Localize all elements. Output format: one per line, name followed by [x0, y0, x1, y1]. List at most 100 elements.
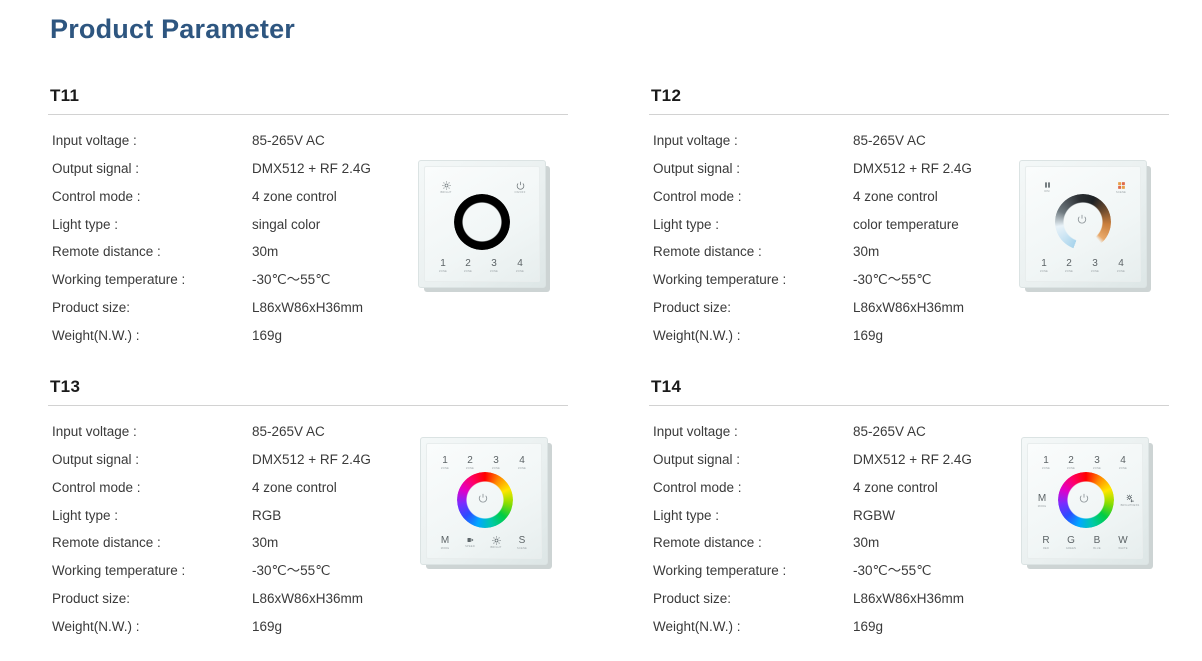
spec-value-output-signal: DMX512 + RF 2.4G	[853, 160, 972, 176]
spec-value-product-size: L86xW86xH36mm	[853, 300, 965, 316]
spec-row-weight: Weight(N.W.) : 169g	[653, 618, 972, 648]
zone-number: 2	[1068, 455, 1074, 466]
spec-value-output-signal: DMX512 + RF 2.4G	[853, 451, 972, 467]
green-label: G	[1067, 535, 1075, 546]
zone-button-3[interactable]: 3 ZONE	[1086, 259, 1104, 273]
panel-face: BRIGHT ON/OFF 1 ZONE 2 ZONE 3 ZONE 4 ZON…	[424, 166, 540, 282]
product-grid: T11 Input voltage : 85-265V AC Output si…	[0, 78, 1202, 660]
touch-panel: 1 ZONE 2 ZONE 3 ZONE 4 Z	[1021, 437, 1149, 565]
model-divider	[649, 114, 1169, 115]
zone-button-1[interactable]: 1 ZONE	[1037, 456, 1055, 470]
spec-row-product-size: Product size: L86xW86xH36mm	[52, 591, 371, 620]
spec-label-weight: Weight(N.W.) :	[52, 618, 140, 634]
spec-row-light-type: Light type : color temperature	[653, 216, 972, 246]
white-sublabel: WHITE	[1118, 546, 1128, 550]
zone-button-3[interactable]: 3 ZONE	[485, 259, 503, 273]
green-channel-button[interactable]: G GREEN	[1062, 536, 1080, 550]
spec-value-input-voltage: 85-265V AC	[853, 133, 926, 148]
speed-button[interactable]: SPEED	[461, 536, 479, 548]
scene-icon[interactable]: SCENE	[1112, 181, 1130, 194]
spec-label-control-mode: Control mode :	[653, 479, 742, 495]
page-title: Product Parameter	[50, 14, 295, 44]
dimmer-glyph	[1038, 181, 1056, 189]
zone-sublabel: ZONE	[1041, 466, 1050, 470]
zone-button-2[interactable]: 2 ZONE	[1062, 456, 1080, 470]
spec-table-t13: Input voltage : 85-265V AC Output signal…	[52, 424, 371, 648]
zone-button-1[interactable]: 1 ZONE	[436, 456, 454, 470]
spec-row-light-type: Light type : RGBW	[653, 507, 972, 537]
zone-button-2[interactable]: 2 ZONE	[1060, 259, 1078, 273]
spec-label-output-signal: Output signal :	[52, 160, 140, 176]
spec-label-working-temperature: Working temperature :	[653, 563, 787, 579]
spec-label-working-temperature: Working temperature :	[653, 272, 787, 288]
spec-label-remote-distance: Remote distance :	[52, 535, 161, 551]
zone-number: 4	[517, 258, 523, 269]
zone-button-4[interactable]: 4 ZONE	[513, 456, 531, 470]
scene-label: SCENE	[1116, 190, 1126, 194]
scene-button[interactable]: S SCENE	[513, 536, 531, 550]
mode-button[interactable]: M MODE	[436, 536, 454, 550]
touch-panel: 1 ZONE 2 ZONE 3 ZONE 4 Z	[420, 437, 548, 565]
spec-row-remote-distance: Remote distance : 30m	[653, 535, 972, 564]
spec-value-weight: 169g	[252, 327, 283, 343]
zone-button-1[interactable]: 1 ZONE	[434, 259, 452, 273]
brightness-icon[interactable]: BRIGHT	[437, 181, 455, 194]
spec-value-remote-distance: 30m	[252, 535, 279, 551]
model-title-t14: T14	[651, 377, 682, 396]
power-icon[interactable]	[1076, 493, 1092, 509]
white-channel-button[interactable]: W WHITE	[1114, 536, 1132, 550]
mode-label: M	[1037, 493, 1047, 504]
spec-row-working-temperature: Working temperature : -30℃～55℃	[52, 272, 371, 301]
zone-sublabel: ZONE	[491, 466, 500, 470]
spec-row-remote-distance: Remote distance : 30m	[52, 535, 371, 564]
speed-icon	[461, 536, 479, 544]
product-cell-t14: T14 Input voltage : 85-265V AC Output si…	[601, 369, 1202, 660]
power-glyph	[511, 181, 529, 190]
blue-channel-button[interactable]: B BLUE	[1088, 536, 1106, 550]
mode-button[interactable]: M MODE	[1033, 494, 1051, 508]
zone-number: 1	[440, 258, 446, 269]
spec-row-weight: Weight(N.W.) : 169g	[653, 327, 972, 357]
model-title-t12: T12	[651, 86, 682, 105]
zone-button-4[interactable]: 4 ZONE	[1112, 259, 1130, 273]
zone-button-1[interactable]: 1 ZONE	[1035, 259, 1053, 273]
spec-label-control-mode: Control mode :	[653, 188, 742, 204]
spec-label-input-voltage: Input voltage :	[653, 424, 738, 439]
zone-button-2[interactable]: 2 ZONE	[461, 456, 479, 470]
spec-label-light-type: Light type :	[653, 507, 720, 523]
spec-value-weight: 169g	[853, 618, 884, 634]
spec-row-input-voltage: Input voltage : 85-265V AC	[653, 424, 972, 453]
power-icon[interactable]	[1074, 214, 1090, 230]
scene-sublabel: SCENE	[517, 546, 527, 550]
red-channel-button[interactable]: R RED	[1037, 536, 1055, 550]
spec-value-weight: 169g	[853, 327, 884, 343]
white-label: W	[1118, 535, 1128, 546]
spec-row-output-signal: Output signal : DMX512 + RF 2.4G	[52, 160, 371, 190]
scene-glyph	[1112, 181, 1130, 190]
spec-value-light-type: RGBW	[853, 507, 895, 523]
zone-button-2[interactable]: 2 ZONE	[459, 259, 477, 273]
spec-row-working-temperature: Working temperature : -30℃～55℃	[52, 563, 371, 592]
power-icon[interactable]	[475, 493, 491, 509]
red-sublabel: RED	[1042, 546, 1050, 550]
spec-label-weight: Weight(N.W.) :	[52, 327, 140, 343]
product-row-2: T13 Input voltage : 85-265V AC Output si…	[0, 369, 1202, 660]
zone-button-4[interactable]: 4 ZONE	[1114, 456, 1132, 470]
zone-number: 2	[1066, 258, 1072, 269]
dimmer-ring[interactable]	[454, 194, 510, 250]
brightness-button[interactable]: BRIGHT	[487, 536, 505, 549]
power-icon[interactable]: ON/OFF	[511, 181, 529, 194]
red-label: R	[1042, 535, 1050, 546]
dimmer-icon[interactable]: DIM	[1038, 181, 1056, 193]
brightness-icon	[487, 536, 505, 545]
spec-label-input-voltage: Input voltage :	[52, 424, 137, 439]
product-image-t14: 1 ZONE 2 ZONE 3 ZONE 4 ZONE M MODE BRIGH…	[1021, 437, 1155, 571]
power-label: ON/OFF	[514, 190, 526, 194]
spec-label-control-mode: Control mode :	[52, 188, 141, 204]
zone-button-4[interactable]: 4 ZONE	[511, 259, 529, 273]
spec-value-light-type: color temperature	[853, 216, 959, 232]
brightness-button[interactable]: BRIGHTNESS	[1120, 494, 1140, 507]
panel-face: DIM SCENE 1 ZONE 2 ZONE 3 ZONE 4 ZONE	[1025, 166, 1141, 282]
zone-button-3[interactable]: 3 ZONE	[487, 456, 505, 470]
zone-button-3[interactable]: 3 ZONE	[1088, 456, 1106, 470]
